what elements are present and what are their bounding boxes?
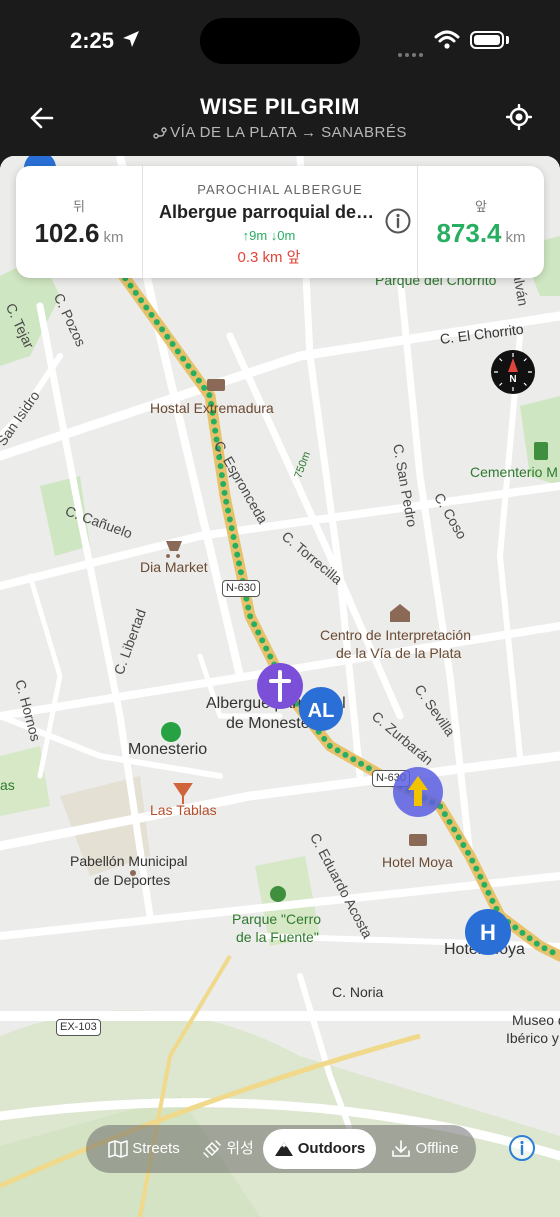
label-monesterio: Monesterio <box>128 741 208 758</box>
route-icon <box>153 127 167 139</box>
dynamic-island <box>200 18 360 64</box>
place-type: PAROCHIAL ALBERGUE <box>197 182 363 197</box>
behind-distance: 102.6 <box>34 218 100 248</box>
albergue-marker-icon[interactable]: AL <box>298 686 344 732</box>
svg-text:H: H <box>480 920 496 945</box>
distance-ahead: 앞 873.4 km <box>417 166 544 278</box>
label-cementerio: Cementerio M <box>470 464 558 480</box>
label-museo-1: Museo d <box>512 1012 560 1028</box>
ahead-unit: km <box>505 229 526 246</box>
behind-unit: km <box>103 229 124 246</box>
mountain-icon <box>274 1142 293 1157</box>
elevation-change: ↑9m ↓0m <box>242 228 296 243</box>
svg-text:AL: AL <box>308 700 335 722</box>
label-c-noria: C. Noria <box>332 984 384 1000</box>
ahead-label: 앞 <box>475 199 487 214</box>
layer-satellite-button[interactable]: 위성 <box>196 1129 260 1169</box>
app-header: WISE PILGRIM VÍA DE LA PLATA → SANABRÉS <box>0 86 560 156</box>
label-centro-2: de la Vía de la Plata <box>336 645 462 661</box>
layer-outdoors-label: Outdoors <box>297 1140 366 1157</box>
distance-away: 0.3 km 앞 <box>237 249 301 266</box>
status-time: 2:25 <box>70 28 115 53</box>
svg-text:N: N <box>509 374 516 385</box>
map-layer-switcher: Streets 위성 Outdoors Offline <box>86 1125 476 1173</box>
road-badge-n630-a: N-630 <box>222 580 260 597</box>
label-museo-2: Ibérico y <box>506 1030 559 1046</box>
download-icon <box>392 1140 411 1157</box>
label-hostal-extremadura: Hostal Extremadura <box>150 400 274 416</box>
satellite-icon <box>203 1140 221 1158</box>
map-icon <box>108 1140 128 1158</box>
label-hotel-moya-1: Hotel Moya <box>382 854 453 870</box>
cellular-signal-icon <box>398 44 426 57</box>
place-name: Albergue parroquial de Monesterio <box>159 202 379 222</box>
label-as: as <box>0 777 15 793</box>
battery-tip <box>506 36 509 44</box>
map-attribution-info-icon[interactable] <box>508 1134 536 1162</box>
layer-outdoors-button[interactable]: Outdoors <box>263 1129 376 1169</box>
label-parque-cerro-1: Parque "Cerro <box>232 911 322 927</box>
compass-icon[interactable]: N <box>490 349 536 395</box>
label-pabellon-2: de Deportes <box>94 872 171 888</box>
ahead-distance: 873.4 <box>436 218 502 248</box>
route-subtitle-text: VÍA DE LA PLATA → SANABRÉS <box>170 124 407 141</box>
label-las-tablas: Las Tablas <box>150 802 217 818</box>
church-marker-icon[interactable] <box>256 662 304 710</box>
location-arrow-icon <box>123 31 139 47</box>
place-info-icon[interactable] <box>385 208 411 234</box>
road-badge-ex103: EX-103 <box>56 1019 101 1036</box>
label-centro-1: Centro de Interpretación <box>320 627 471 643</box>
hotel-marker-icon[interactable]: H <box>464 908 512 956</box>
behind-label: 뒤 <box>73 199 85 214</box>
layer-streets-label: Streets <box>132 1140 180 1157</box>
layer-offline-button[interactable]: Offline <box>380 1129 470 1169</box>
route-subtitle[interactable]: VÍA DE LA PLATA → SANABRÉS <box>0 124 560 141</box>
layer-offline-label: Offline <box>415 1140 459 1157</box>
label-parque-cerro-2: de la Fuente" <box>236 929 319 945</box>
label-pabellon-1: Pabellón Municipal <box>70 853 188 869</box>
locate-me-icon[interactable] <box>506 104 532 130</box>
page-title: WISE PILGRIM <box>200 94 360 119</box>
layer-streets-button[interactable]: Streets <box>96 1129 192 1169</box>
distance-behind: 뒤 102.6 km <box>16 166 143 278</box>
battery-icon <box>470 31 504 49</box>
stage-info-card[interactable]: 뒤 102.6 km PAROCHIAL ALBERGUE Albergue pa… <box>16 166 544 278</box>
label-dia-market: Dia Market <box>140 559 208 575</box>
status-bar: 2:25 <box>0 0 560 86</box>
layer-satellite-label: 위성 <box>226 1140 254 1157</box>
wifi-icon <box>434 30 460 49</box>
current-position-arrow-icon <box>393 767 443 817</box>
place-summary[interactable]: PAROCHIAL ALBERGUE Albergue parroquial d… <box>143 166 417 278</box>
map-view[interactable]: Parque del Chorrito C. El Chorrito Galvá… <box>0 156 560 1217</box>
